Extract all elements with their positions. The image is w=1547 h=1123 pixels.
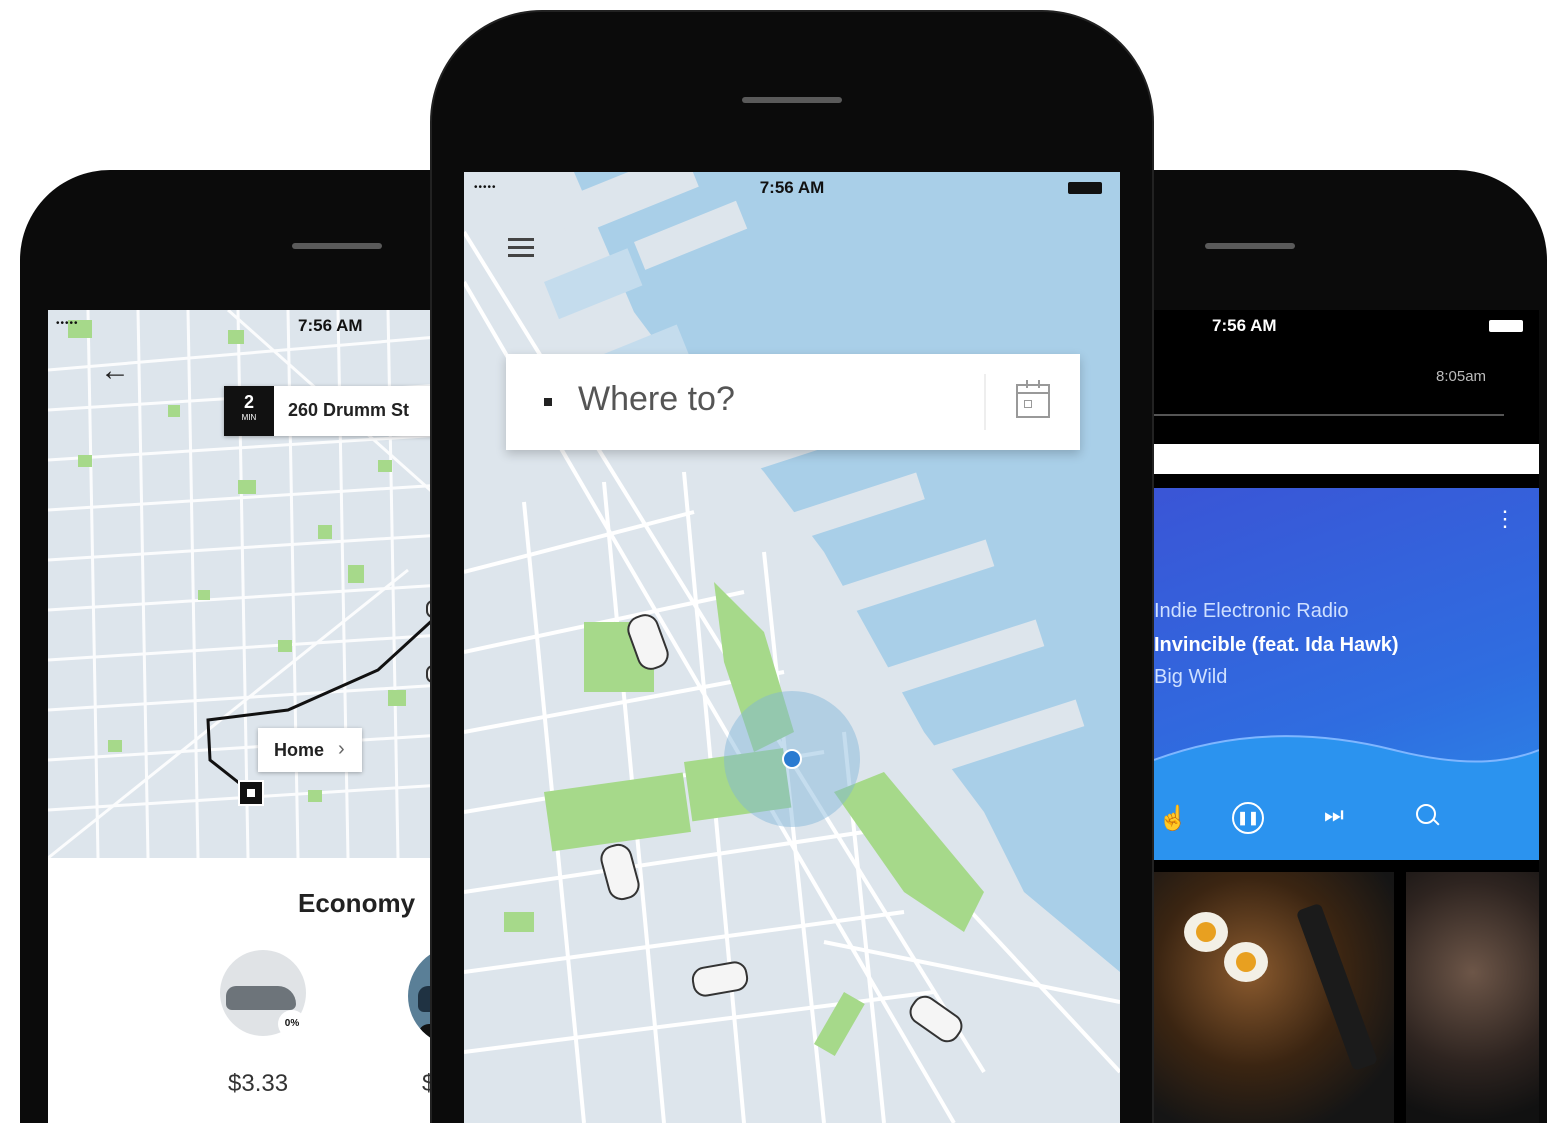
card-time: 8:05am [1436,368,1487,385]
back-arrow-icon[interactable]: ← [100,356,130,386]
wave-graphic [1154,735,1539,860]
egg-image [1224,942,1268,982]
white-card-strip [1154,444,1539,474]
status-bar: 7:56 AM [1154,310,1539,340]
car-image-icon [226,986,296,1010]
chevron-right-icon: › [338,738,345,760]
remote-image [1295,902,1379,1072]
destination-dot-icon [544,398,552,406]
destination-pin [238,780,264,806]
skip-icon[interactable]: ⏭ [1324,802,1344,828]
eta-value: 2 [243,392,254,412]
center-phone: ••••• 7:56 AM Where to? [432,12,1152,1123]
station-name: Indie Electronic Radio [1154,600,1349,622]
status-time: 7:56 AM [759,178,825,197]
speaker-grille [1205,243,1295,249]
search-icon[interactable] [1416,804,1440,826]
price-option-1: $3.33 [228,1070,289,1097]
divider [984,374,986,430]
egg-image [1184,912,1228,952]
more-vertical-icon[interactable]: ⋮ [1494,508,1516,530]
food-photo-1[interactable] [1154,872,1394,1123]
search-placeholder[interactable]: Where to? [578,380,735,419]
divider [1154,414,1504,416]
eta-unit: MIN [241,413,257,422]
signal-icon: ••••• [56,318,79,329]
battery-icon [1489,320,1523,332]
center-phone-screen: ••••• 7:56 AM Where to? [464,172,1120,1123]
status-time: 7:56 AM [1212,316,1277,335]
track-title: Invincible (feat. Ida Hawk) [1154,634,1399,656]
speaker-grille [742,97,842,103]
music-card[interactable]: ⋮ Indie Electronic Radio Invincible (fea… [1154,488,1539,860]
battery-icon [1068,182,1102,194]
economy-title: Economy [298,888,416,918]
thumbs-up-icon[interactable]: ☝ [1158,804,1188,833]
eta-box: 2 MIN [224,386,274,436]
pause-icon[interactable]: ❚❚ [1232,802,1264,834]
center-map [464,172,1120,1123]
hamburger-menu-icon[interactable] [508,238,534,257]
calendar-icon[interactable] [1016,380,1050,418]
food-photo-2[interactable] [1406,872,1539,1123]
home-callout[interactable]: Home › [258,728,362,772]
home-label: Home [274,740,325,760]
where-to-search[interactable]: Where to? [506,354,1080,450]
vehicle-option-1[interactable]: 0% [220,950,306,1038]
status-time: 7:56 AM [298,316,363,335]
status-bar: ••••• 7:56 AM [464,172,1120,202]
right-phone-screen: 7:56 AM 8:05am ⋮ Indie Electronic Radio … [1154,310,1539,1123]
artist-name: Big Wild [1154,666,1228,688]
right-phone: 7:56 AM 8:05am ⋮ Indie Electronic Radio … [1130,170,1547,1123]
pickup-label: 260 Drumm St [288,400,410,420]
discount-badge: 0% [278,1010,306,1038]
speaker-grille [292,243,382,249]
